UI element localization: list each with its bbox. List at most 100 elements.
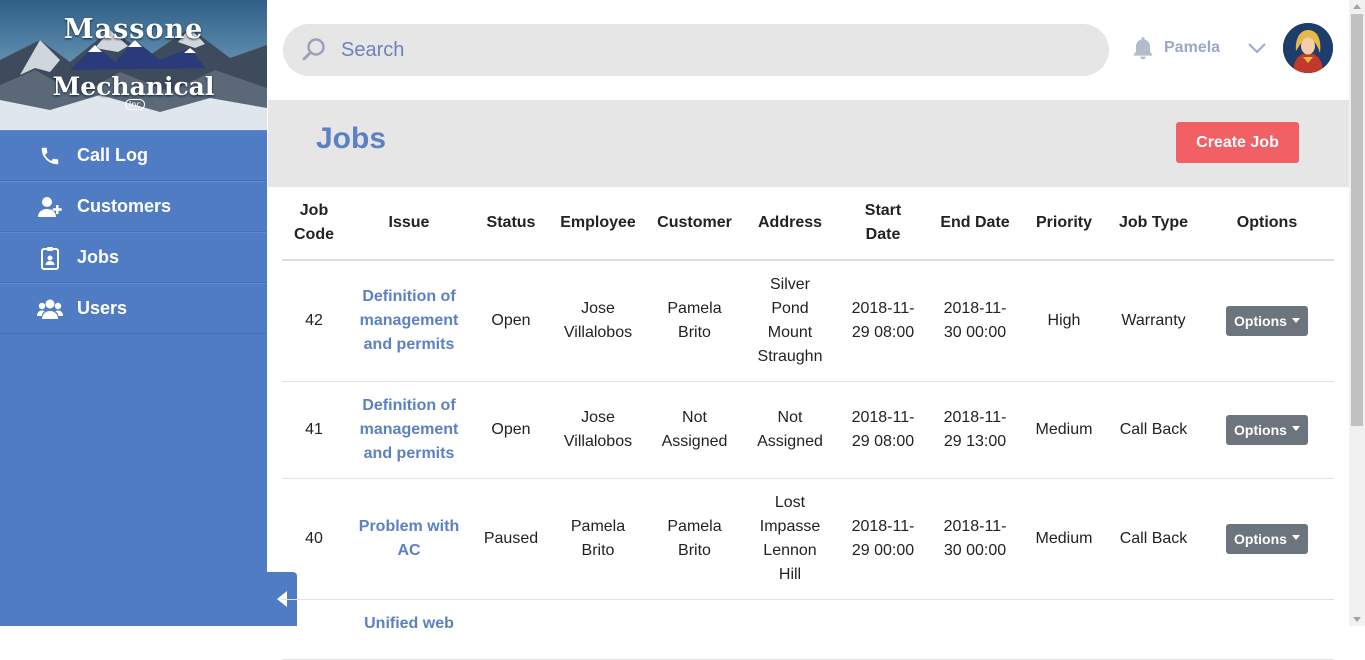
start-date-cell [837, 599, 929, 660]
status-cell [472, 599, 550, 660]
jobs-table-container: Job Code Issue Status Employee Customer … [282, 187, 1334, 660]
sidebar-item-call-log[interactable]: Call Log [0, 130, 267, 181]
logo-text-massone: Massone [63, 14, 204, 45]
sidebar-item-label: Customers [77, 196, 172, 216]
address-cell [743, 599, 837, 660]
scroll-down-arrow-icon[interactable] [1353, 617, 1361, 622]
page-title: Jobs [316, 122, 387, 155]
options-button-label: Options [1234, 421, 1287, 438]
end-date-cell: 2018-11-30 00:00 [929, 478, 1021, 600]
employee-cell: Pamela Brito [550, 478, 646, 600]
column-header-job-code[interactable]: Job Code [282, 187, 346, 261]
column-header-options: Options [1200, 187, 1334, 261]
job-type-cell: Warranty [1107, 260, 1200, 382]
column-header-address[interactable]: Address [743, 187, 837, 261]
column-header-status[interactable]: Status [472, 187, 550, 261]
table-row: 40 Problem with AC Paused Pamela Brito P… [282, 478, 1334, 600]
end-date-cell: 2018-11-29 13:00 [929, 381, 1021, 479]
start-date-cell: 2018-11-29 08:00 [837, 260, 929, 382]
user-menu[interactable]: Pamela [1130, 28, 1268, 68]
job-code-cell [282, 599, 346, 660]
job-type-cell: Call Back [1107, 478, 1200, 600]
logo-text-mechanical: Mechanical [52, 72, 215, 101]
sidebar-item-jobs[interactable]: Jobs [0, 232, 267, 283]
options-button-label: Options [1234, 312, 1287, 329]
options-dropdown-button[interactable]: Options [1226, 523, 1308, 554]
search-bar[interactable] [283, 24, 1109, 76]
caret-down-icon [1291, 426, 1300, 432]
chevron-down-icon[interactable] [1246, 37, 1268, 59]
sidebar-nav: Call Log Customers Jobs Users [0, 130, 267, 334]
options-dropdown-button[interactable]: Options [1226, 414, 1308, 445]
avatar[interactable] [1283, 23, 1333, 73]
sidebar-item-users[interactable]: Users [0, 283, 267, 334]
customer-cell: Pamela Brito [646, 260, 743, 382]
address-cell: Not Assigned [743, 381, 837, 479]
priority-cell: Medium [1021, 381, 1107, 479]
sidebar-item-label: Users [77, 298, 128, 318]
table-row: 41 Definition of management and permits … [282, 381, 1334, 479]
column-header-priority[interactable]: Priority [1021, 187, 1107, 261]
employee-cell [550, 599, 646, 660]
priority-cell: High [1021, 260, 1107, 382]
bell-icon[interactable] [1130, 35, 1156, 61]
sidebar-item-customers[interactable]: Customers [0, 181, 267, 232]
sidebar: Massone Mechanical Inc Call Log Customer… [0, 0, 267, 626]
start-date-cell: 2018-11-29 08:00 [837, 381, 929, 479]
sidebar-item-label: Call Log [77, 145, 148, 165]
column-header-customer[interactable]: Customer [646, 187, 743, 261]
end-date-cell [929, 599, 1021, 660]
column-header-issue[interactable]: Issue [346, 187, 472, 261]
column-header-employee[interactable]: Employee [550, 187, 646, 261]
issue-link[interactable]: Unified web [364, 615, 454, 632]
logo-text-inc: Inc [125, 99, 145, 110]
add-user-icon [36, 194, 64, 220]
create-job-button[interactable]: Create Job [1176, 122, 1299, 163]
priority-cell: Medium [1021, 478, 1107, 600]
jobs-table: Job Code Issue Status Employee Customer … [282, 187, 1334, 660]
end-date-cell: 2018-11-30 00:00 [929, 260, 1021, 382]
scrollbar-thumb[interactable] [1351, 14, 1363, 426]
sidebar-item-label: Jobs [77, 247, 120, 267]
users-icon [36, 296, 64, 322]
employee-cell: Jose Villalobos [550, 260, 646, 382]
status-cell: Open [472, 260, 550, 382]
search-input[interactable] [339, 37, 1043, 63]
issue-link[interactable]: Problem with AC [359, 518, 459, 559]
jobs-banner: Jobs Create Job [268, 100, 1349, 187]
options-button-label: Options [1234, 530, 1287, 547]
issue-link[interactable]: Definition of management and permits [360, 397, 459, 462]
employee-cell: Jose Villalobos [550, 381, 646, 479]
clipboard-icon [36, 245, 64, 271]
options-dropdown-button[interactable]: Options [1226, 305, 1308, 336]
issue-link[interactable]: Definition of management and permits [360, 288, 459, 353]
avatar-image [1283, 23, 1333, 73]
options-cell [1200, 599, 1334, 660]
priority-cell [1021, 599, 1107, 660]
column-header-end-date[interactable]: End Date [929, 187, 1021, 261]
phone-icon [36, 143, 64, 169]
column-header-job-type[interactable]: Job Type [1107, 187, 1200, 261]
table-row: 42 Definition of management and permits … [282, 260, 1334, 382]
job-code-cell: 41 [282, 381, 346, 479]
customer-cell [646, 599, 743, 660]
job-type-cell: Call Back [1107, 381, 1200, 479]
address-cell: Silver Pond Mount Straughn [743, 260, 837, 382]
table-row: Unified web [282, 599, 1334, 660]
address-cell: Lost Impasse Lennon Hill [743, 478, 837, 600]
customer-cell: Not Assigned [646, 381, 743, 479]
status-cell: Paused [472, 478, 550, 600]
username-label[interactable]: Pamela [1164, 39, 1220, 57]
column-header-start-date[interactable]: Start Date [837, 187, 929, 261]
start-date-cell: 2018-11-29 00:00 [837, 478, 929, 600]
search-icon [302, 38, 325, 61]
caret-down-icon [1291, 535, 1300, 541]
scroll-up-arrow-icon[interactable] [1353, 4, 1361, 9]
customer-cell: Pamela Brito [646, 478, 743, 600]
job-type-cell [1107, 599, 1200, 660]
job-code-cell: 40 [282, 478, 346, 600]
vertical-scrollbar[interactable] [1349, 0, 1365, 626]
status-cell: Open [472, 381, 550, 479]
company-logo[interactable]: Massone Mechanical Inc [0, 0, 267, 130]
table-header-row: Job Code Issue Status Employee Customer … [282, 187, 1334, 261]
